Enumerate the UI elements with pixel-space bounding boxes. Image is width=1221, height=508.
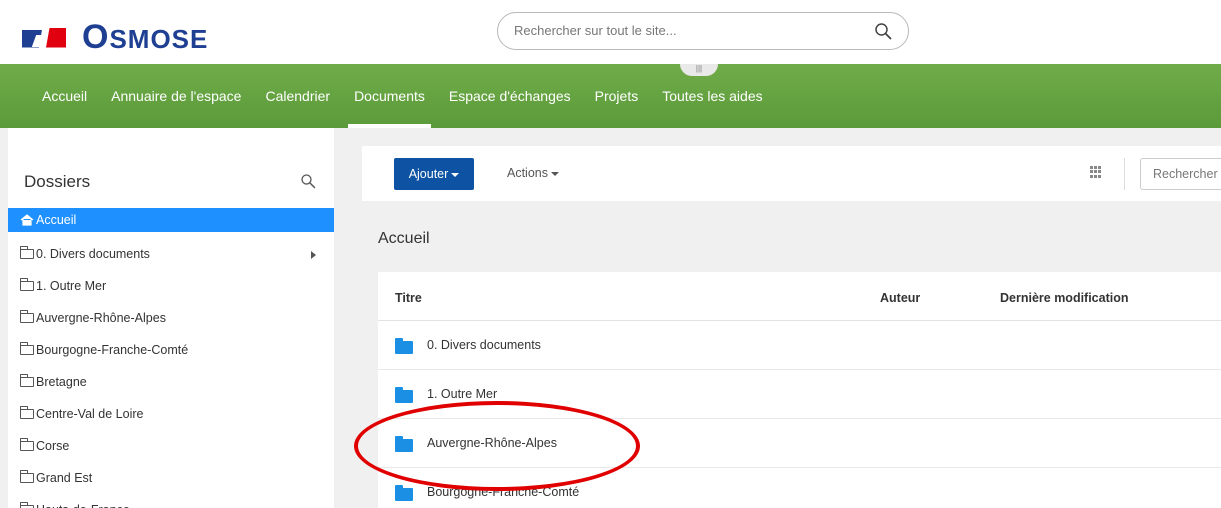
tree-item-corse[interactable]: Corse [8,430,334,462]
tree-item-label: 1. Outre Mer [36,279,107,293]
sidebar-search-icon[interactable] [300,173,316,189]
nav-item-calendrier[interactable]: Calendrier [253,64,342,128]
tree-item-label: Hauts-de-France [36,495,130,508]
nav-item-accueil[interactable]: Accueil [30,64,99,128]
row-name[interactable]: Bourgogne-Franche-Comté [427,485,579,499]
column-modified[interactable]: Dernière modification [1000,291,1129,305]
tree-item-label: Grand Est [36,471,93,485]
tree-item-divers[interactable]: 0. Divers documents [8,238,334,270]
grid-view-icon[interactable] [1090,166,1102,178]
tree-item-label: Accueil [36,213,77,227]
tree-item-hauts-de-france[interactable]: Hauts-de-France [8,494,334,508]
folder-icon [20,278,34,291]
tree-item-label: Bretagne [36,375,87,389]
table-header: Titre Auteur Dernière modification [378,272,1221,321]
tree-item-centre[interactable]: Centre-Val de Loire [8,398,334,430]
tree-item-auvergne[interactable]: Auvergne-Rhône-Alpes [8,302,334,334]
folder-icon [20,374,34,387]
home-icon [20,214,34,226]
folder-icon [20,310,34,323]
tree-item-label: Auvergne-Rhône-Alpes [36,311,166,325]
tree-item-bourgogne[interactable]: Bourgogne-Franche-Comté [8,334,334,366]
nav-collapse-handle[interactable]: ||| [680,64,718,76]
folder-icon [20,246,34,259]
sidebar-title: Dossiers [24,172,91,191]
document-search [1140,158,1221,190]
add-button[interactable]: Ajouter [394,158,474,190]
column-author[interactable]: Auteur [880,291,920,305]
tree-item-bretagne[interactable]: Bretagne [8,366,334,398]
folder-icon [395,387,413,403]
tree-item-label: Bourgogne-Franche-Comté [36,343,189,357]
actions-dropdown[interactable]: Actions [507,166,559,180]
table-row[interactable]: Bourgogne-Franche-Comté [378,468,1221,508]
row-name[interactable]: Auvergne-Rhône-Alpes [427,436,557,450]
tree-item-outre-mer[interactable]: 1. Outre Mer [8,270,334,302]
tree-item-label: Corse [36,439,70,453]
nav-item-espace-echanges[interactable]: Espace d'échanges [437,64,583,128]
column-title[interactable]: Titre [395,291,422,305]
table-row[interactable]: Auvergne-Rhône-Alpes [378,419,1221,468]
search-icon[interactable] [874,22,892,40]
folder-icon [20,438,34,451]
folder-icon [395,485,413,501]
nav-item-projets[interactable]: Projets [583,64,651,128]
tree-item-label: Centre-Val de Loire [36,407,144,421]
logo-text: OSMOSE [82,18,209,56]
document-search-input[interactable] [1153,167,1221,181]
expand-caret-icon[interactable] [311,251,316,259]
tree-item-grand-est[interactable]: Grand Est [8,462,334,494]
folder-icon [20,342,34,355]
site-header: OSMOSE [0,0,1221,64]
documents-table: Titre Auteur Dernière modification 0. Di… [378,272,1221,508]
table-row[interactable]: 0. Divers documents [378,321,1221,370]
marianne-flag-logo [22,23,68,53]
row-name[interactable]: 1. Outre Mer [427,387,497,401]
row-name[interactable]: 0. Divers documents [427,338,541,352]
nav-item-annuaire[interactable]: Annuaire de l'espace [99,64,253,128]
site-search [497,12,909,50]
folder-icon [395,338,413,354]
chevron-down-icon [451,172,460,177]
page-title: Accueil [378,230,430,247]
main-nav: Accueil Annuaire de l'espace Calendrier … [0,64,775,128]
nav-item-documents[interactable]: Documents [342,64,437,128]
site-logo[interactable]: OSMOSE [22,18,208,57]
folder-icon [20,470,34,483]
site-search-input[interactable] [514,23,854,38]
tree-item-label: 0. Divers documents [36,247,150,261]
table-row[interactable]: 1. Outre Mer [378,370,1221,419]
folder-tree: Accueil 0. Divers documents 1. Outre Mer… [8,208,334,508]
folder-icon [20,406,34,419]
folder-icon [395,436,413,452]
tree-item-accueil[interactable]: Accueil [8,208,334,232]
chevron-down-icon [551,171,559,176]
toolbar-divider [1124,158,1125,190]
